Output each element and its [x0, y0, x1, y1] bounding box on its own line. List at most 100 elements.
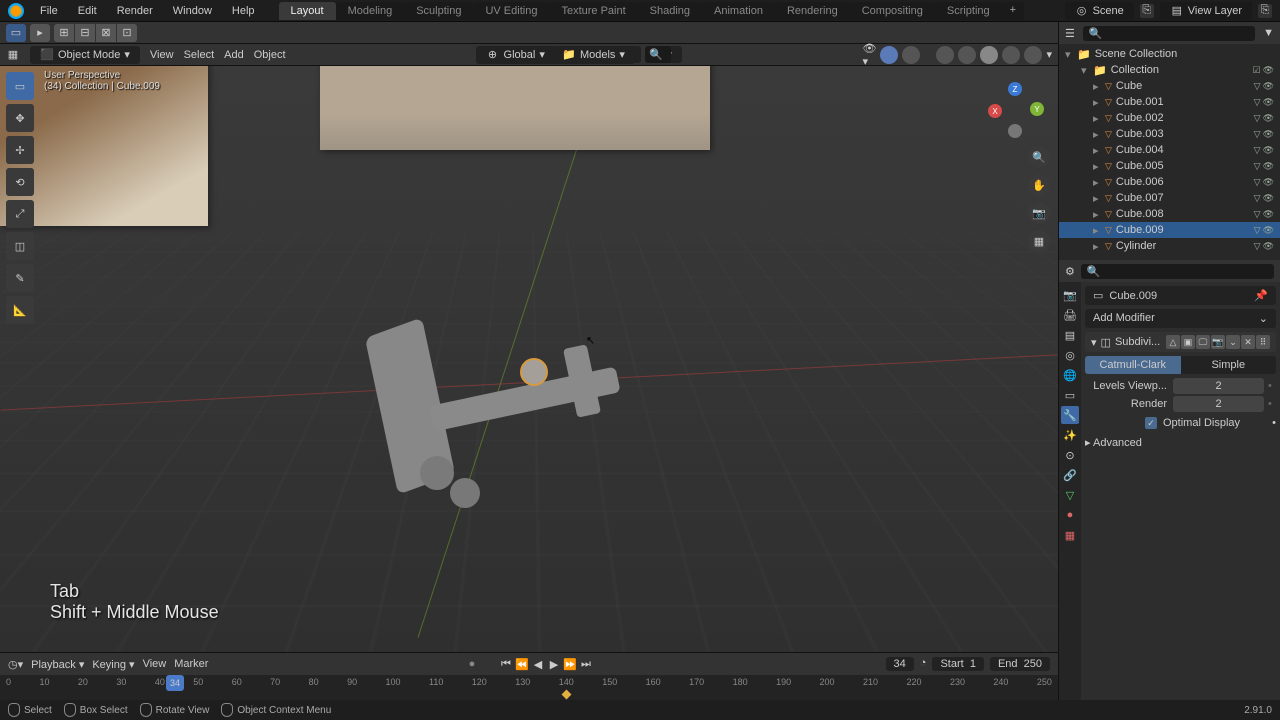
modifier-header[interactable]: ▾ ◫ Subdivi... △ ▣ 🖵 📷 ⌄ ✕ ⠿: [1085, 332, 1276, 352]
gizmo-neg[interactable]: [1008, 124, 1022, 138]
tab-rendering[interactable]: Rendering: [775, 2, 850, 20]
viewlayer-field[interactable]: ▤ View Layer: [1160, 2, 1252, 20]
keyframe-prev-icon[interactable]: ⏪: [515, 657, 529, 671]
tree-item[interactable]: ▸▽Cube.008▽👁: [1059, 206, 1280, 222]
add-workspace-button[interactable]: +: [1002, 2, 1024, 20]
viewport-search[interactable]: 🔍: [645, 46, 671, 63]
pan-icon[interactable]: ✋: [1028, 174, 1050, 196]
eye-icon[interactable]: 👁: [1263, 97, 1274, 108]
preview-range-icon[interactable]: ◔: [920, 657, 927, 671]
tab-world[interactable]: 🌐: [1061, 366, 1079, 384]
current-frame-input[interactable]: 34: [886, 657, 914, 671]
tab-animation[interactable]: Animation: [702, 2, 775, 20]
menu-file[interactable]: File: [32, 3, 66, 19]
mod-realtime-icon[interactable]: 🖵: [1196, 335, 1210, 349]
tool-transform[interactable]: ◫: [6, 232, 34, 260]
tree-scene-collection[interactable]: ▾📁Scene Collection: [1059, 46, 1280, 62]
eye-icon[interactable]: 👁: [1263, 193, 1274, 204]
tab-scene[interactable]: ◎: [1061, 346, 1079, 364]
disclosure-icon[interactable]: ▾: [1091, 336, 1097, 349]
simple-button[interactable]: Simple: [1181, 356, 1277, 374]
keyframe-icon[interactable]: [562, 690, 572, 700]
shading-dropdown-icon[interactable]: ▾: [1046, 48, 1052, 61]
mode-a[interactable]: ⊞: [54, 24, 74, 42]
tab-modifier[interactable]: 🔧: [1061, 406, 1079, 424]
catmull-clark-button[interactable]: Catmull-Clark: [1085, 356, 1181, 374]
orientation-dropdown[interactable]: ⊕Global ▾: [476, 46, 555, 64]
mod-render-icon[interactable]: 📷: [1211, 335, 1225, 349]
3d-viewport[interactable]: User Perspective (34) Collection | Cube.…: [0, 66, 1058, 652]
overlay-toggle-icon[interactable]: [902, 46, 920, 64]
blender-logo-icon[interactable]: [8, 3, 24, 19]
shading-matpreview-icon[interactable]: [1002, 46, 1020, 64]
tool-rotate[interactable]: ⟲: [6, 168, 34, 196]
tab-sculpting[interactable]: Sculpting: [404, 2, 473, 20]
jump-end-icon[interactable]: ⏭: [579, 657, 593, 671]
visibility-icon[interactable]: 👁▾: [862, 48, 876, 62]
properties-search[interactable]: 🔍: [1081, 264, 1274, 279]
tool-move[interactable]: ✢: [6, 136, 34, 164]
menu-render[interactable]: Render: [109, 3, 161, 19]
new-scene-icon[interactable]: ⎘: [1140, 4, 1154, 18]
hdr-add[interactable]: Add: [224, 49, 244, 61]
tab-compositing[interactable]: Compositing: [850, 2, 935, 20]
perspective-icon[interactable]: ▦: [1028, 230, 1050, 252]
eye-icon[interactable]: 👁: [1263, 241, 1274, 252]
anim-dot-icon[interactable]: •: [1268, 380, 1276, 392]
tab-render[interactable]: 📷: [1061, 286, 1079, 304]
tl-playback[interactable]: Playback ▾: [31, 658, 84, 671]
anim-dot-icon[interactable]: •: [1272, 417, 1276, 429]
add-modifier-dropdown[interactable]: Add Modifier⌄: [1085, 309, 1276, 328]
tab-scripting[interactable]: Scripting: [935, 2, 1002, 20]
eye-icon[interactable]: 👁: [1263, 177, 1274, 188]
tree-item[interactable]: ▸▽Cube.007▽👁: [1059, 190, 1280, 206]
hdr-object[interactable]: Object: [254, 49, 286, 61]
checkbox-icon[interactable]: ☑: [1252, 65, 1260, 76]
shading-wire-icon[interactable]: [958, 46, 976, 64]
gizmo-y[interactable]: Y: [1030, 102, 1044, 116]
editor-type-icon[interactable]: ◷▾: [8, 658, 23, 671]
render-levels-input[interactable]: 2: [1173, 396, 1264, 412]
mod-edit-icon[interactable]: ▣: [1181, 335, 1195, 349]
select-tool-icon[interactable]: ▭: [6, 24, 26, 42]
tab-constraints[interactable]: 🔗: [1061, 466, 1079, 484]
tool-measure[interactable]: 📐: [6, 296, 34, 324]
editor-type-icon[interactable]: ▦: [6, 48, 20, 62]
hdr-select[interactable]: Select: [184, 49, 215, 61]
tab-particles[interactable]: ✨: [1061, 426, 1079, 444]
tab-material[interactable]: ●: [1061, 506, 1079, 524]
tree-item[interactable]: ▸▽Cube.006▽👁: [1059, 174, 1280, 190]
tab-modeling[interactable]: Modeling: [336, 2, 405, 20]
shading-rendered-icon[interactable]: [1024, 46, 1042, 64]
tab-viewlayer[interactable]: ▤: [1061, 326, 1079, 344]
tab-output[interactable]: 🖨: [1061, 306, 1079, 324]
hdr-view[interactable]: View: [150, 49, 174, 61]
tool-annotate[interactable]: ✎: [6, 264, 34, 292]
eye-icon[interactable]: 👁: [1263, 209, 1274, 220]
mod-menu-icon[interactable]: ⌄: [1226, 335, 1240, 349]
filter-icon[interactable]: ▼: [1263, 27, 1274, 39]
advanced-panel[interactable]: ▸ Advanced: [1085, 432, 1276, 453]
tree-item[interactable]: ▸▽Cube.003▽👁: [1059, 126, 1280, 142]
eye-icon[interactable]: 👁: [1263, 129, 1274, 140]
collection-dropdown[interactable]: 📁Models ▾: [552, 46, 635, 64]
tree-item[interactable]: ▸▽Cube▽👁: [1059, 78, 1280, 94]
scene-field[interactable]: ◎ Scene: [1065, 2, 1134, 20]
jump-start-icon[interactable]: ⏮: [499, 657, 513, 671]
tool-scale[interactable]: ⤢: [6, 200, 34, 228]
mode-d[interactable]: ⊡: [117, 24, 137, 42]
menu-help[interactable]: Help: [224, 3, 263, 19]
new-layer-icon[interactable]: ⎘: [1258, 4, 1272, 18]
outliner-search[interactable]: 🔍: [1083, 26, 1255, 41]
mod-drag-icon[interactable]: ⠿: [1256, 335, 1270, 349]
tree-item[interactable]: ▸▽Cube.001▽👁: [1059, 94, 1280, 110]
tree-item[interactable]: ▸▽Cube.002▽👁: [1059, 110, 1280, 126]
object-crumb[interactable]: ▭Cube.009📌: [1085, 286, 1276, 305]
gizmo-toggle-icon[interactable]: [880, 46, 898, 64]
tree-collection[interactable]: ▾📁Collection☑👁: [1059, 62, 1280, 78]
optimal-display-check[interactable]: ✓ Optimal Display •: [1085, 414, 1276, 432]
pin-icon[interactable]: 📌: [1254, 289, 1268, 302]
tab-uv-editing[interactable]: UV Editing: [473, 2, 549, 20]
eye-icon[interactable]: 👁: [1263, 161, 1274, 172]
tree-item[interactable]: ▸▽Cube.004▽👁: [1059, 142, 1280, 158]
